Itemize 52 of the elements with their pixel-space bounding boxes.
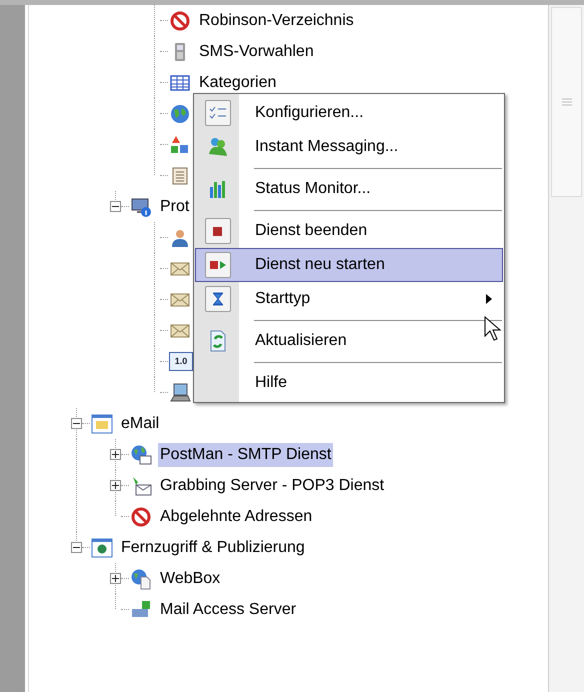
stop-icon: [204, 218, 230, 244]
tree-item-label[interactable]: PostMan - SMTP Dienst: [158, 442, 334, 466]
menu-item[interactable]: Dienst neu starten: [195, 248, 503, 282]
expand-toggle[interactable]: [110, 480, 121, 491]
no-entry-icon: [130, 506, 152, 528]
tree-item-label[interactable]: Grabbing Server - POP3 Dienst: [158, 474, 386, 498]
scrollbar[interactable]: [548, 5, 584, 692]
plus-icon: [112, 482, 119, 489]
collapse-toggle[interactable]: [110, 201, 121, 212]
minus-icon: [112, 203, 119, 210]
globe-icon: [169, 102, 191, 124]
no-entry-icon: [169, 10, 191, 32]
tree-item-label[interactable]: Kategorien: [197, 70, 278, 94]
menu-item[interactable]: Starttyp: [195, 282, 503, 316]
tree-item-label[interactable]: Robinson-Verzeichnis: [197, 8, 356, 32]
tree-item-label[interactable]: SMS-Vorwahlen: [197, 40, 316, 64]
hourglass-icon: [204, 286, 230, 312]
menu-item[interactable]: Dienst beenden: [195, 214, 503, 248]
stop-play-icon: [204, 252, 230, 278]
tree-item-label[interactable]: Fernzugriff & Publizierung: [119, 536, 307, 560]
globe-window-icon: [91, 536, 113, 558]
monitor-info-icon: [130, 196, 152, 218]
globe-document-icon: [130, 568, 152, 590]
computer-icon: [169, 382, 191, 404]
grip-icon: [562, 98, 572, 106]
menu-item[interactable]: Instant Messaging...: [195, 130, 503, 164]
tree-item-label[interactable]: Mail Access Server: [158, 598, 298, 622]
menu-item[interactable]: Status Monitor...: [195, 172, 503, 206]
plus-icon: [112, 575, 119, 582]
plus-icon: [112, 451, 119, 458]
version-icon: 1.0: [169, 352, 193, 371]
globe-mail-icon: [130, 444, 152, 466]
expand-toggle[interactable]: [110, 573, 121, 584]
collapse-toggle[interactable]: [71, 542, 82, 553]
scrollbar-thumb[interactable]: [551, 7, 582, 197]
checklist-icon: [204, 100, 230, 126]
users-icon: [206, 136, 228, 158]
tree-item-label[interactable]: Abgelehnte Adressen: [158, 504, 314, 528]
minus-icon: [73, 420, 80, 427]
menu-item[interactable]: Hilfe: [195, 366, 503, 400]
tree-item-label[interactable]: eMail: [119, 412, 162, 436]
shapes-icon: [169, 134, 191, 156]
tree-item-label[interactable]: WebBox: [158, 566, 222, 590]
expand-toggle[interactable]: [110, 449, 121, 460]
tree-item-label[interactable]: Prot: [158, 194, 192, 218]
server-mail-icon: [130, 474, 152, 496]
menu-item[interactable]: Konfigurieren...: [195, 96, 503, 130]
minus-icon: [73, 544, 80, 551]
collapse-toggle[interactable]: [71, 418, 82, 429]
menu-item[interactable]: Aktualisieren: [195, 324, 503, 358]
mail-window-icon: [91, 412, 113, 434]
mouse-cursor-icon: [484, 316, 502, 342]
